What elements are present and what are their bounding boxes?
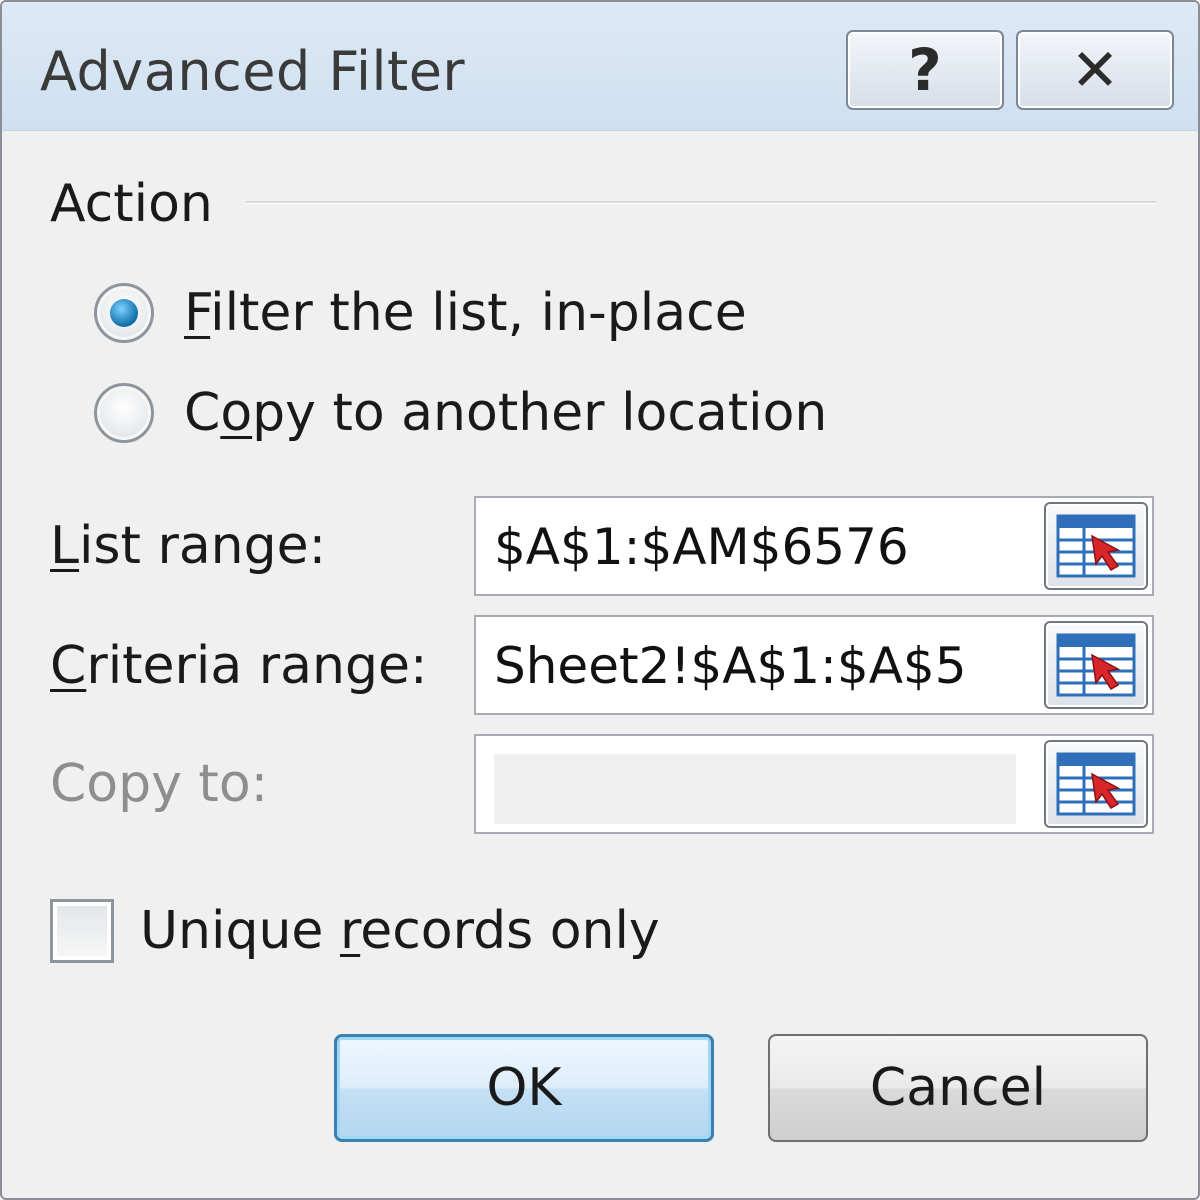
close-icon: ✕	[1070, 36, 1120, 104]
copy-to-label: Copy to:	[50, 754, 269, 814]
unique-records-checkbox[interactable]	[50, 899, 114, 963]
list-range-field	[474, 496, 1154, 596]
list-range-input[interactable]	[494, 512, 1034, 582]
list-range-picker-button[interactable]	[1044, 502, 1148, 590]
range-picker-icon	[1056, 752, 1136, 816]
help-button[interactable]: ?	[846, 30, 1004, 110]
unique-records-label: Unique records only	[140, 901, 660, 961]
radio-filter-in-place-label: Filter the list, in-place	[184, 283, 747, 343]
section-divider	[246, 201, 1156, 204]
criteria-range-field	[474, 615, 1154, 715]
title-bar[interactable]: Advanced Filter ? ✕	[2, 2, 1198, 131]
dialog-title: Advanced Filter	[40, 40, 466, 103]
help-icon: ?	[908, 36, 942, 104]
unique-records-checkbox-row[interactable]: Unique records only	[50, 898, 660, 964]
criteria-range-picker-button[interactable]	[1044, 621, 1148, 709]
radio-selected-dot	[110, 299, 138, 327]
copy-to-picker-button[interactable]	[1044, 740, 1148, 828]
list-range-label: List range:	[50, 516, 327, 576]
range-picker-icon	[1056, 633, 1136, 697]
close-button[interactable]: ✕	[1016, 30, 1174, 110]
criteria-range-label: Criteria range:	[50, 636, 428, 696]
copy-to-field	[474, 734, 1154, 834]
radio-copy-to-location-label: Copy to another location	[184, 383, 828, 443]
copy-to-input[interactable]	[494, 754, 1016, 824]
advanced-filter-dialog: Advanced Filter ? ✕ Action Filter the li…	[0, 0, 1200, 1200]
action-section-label: Action	[50, 174, 213, 234]
cancel-button[interactable]: Cancel	[768, 1034, 1148, 1142]
radio-filter-in-place[interactable]: Filter the list, in-place	[94, 278, 747, 348]
criteria-range-input[interactable]	[494, 631, 1034, 701]
radio-filter-in-place-button[interactable]	[94, 283, 154, 343]
radio-copy-to-location-button[interactable]	[94, 383, 154, 443]
range-picker-icon	[1056, 514, 1136, 578]
ok-button[interactable]: OK	[334, 1034, 714, 1142]
radio-copy-to-location[interactable]: Copy to another location	[94, 378, 827, 448]
